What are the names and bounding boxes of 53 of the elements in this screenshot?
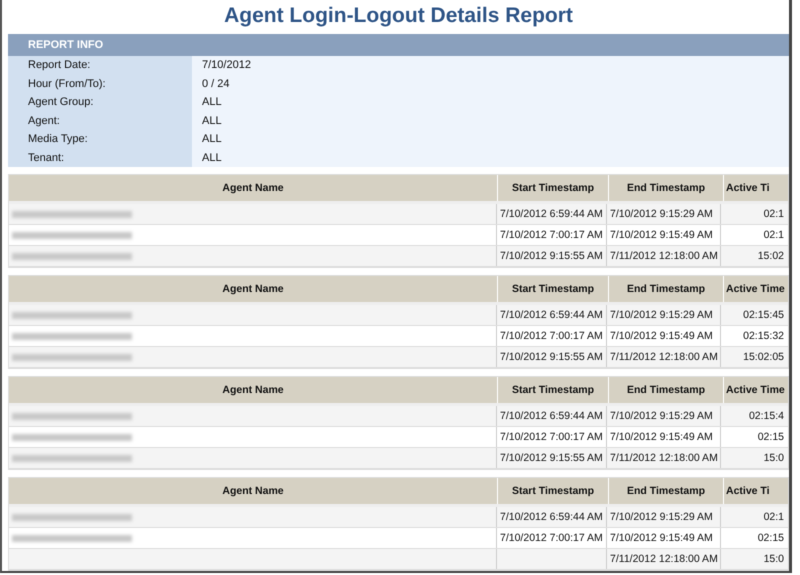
table-cell: 7/10/2012 7:00:17 AM (500, 229, 603, 241)
field-label: Hour (From/To): (8, 74, 192, 93)
table-cell: 7/11/2012 12:18:00 AM (610, 452, 718, 464)
table-cell: 7/11/2012 12:18:00 AM (610, 553, 718, 565)
table-cell: 7/10/2012 9:15:29 AM (610, 208, 713, 220)
field-value: ALL (201, 132, 223, 147)
column-header: Active Time (725, 282, 786, 297)
table-cell: 7/10/2012 9:15:55 AM (500, 250, 603, 262)
table-cell: 7/10/2012 9:15:29 AM (610, 410, 713, 422)
table-cell: 7/10/2012 6:59:44 AM (500, 410, 603, 422)
table-cell: 02:15 (758, 532, 784, 544)
table-cell: 7/10/2012 9:15:55 AM (500, 452, 603, 464)
table-cell: 7/10/2012 6:59:44 AM (500, 208, 603, 220)
table-cell: 02:1 (764, 229, 784, 241)
table-cell: 02:1 (764, 511, 784, 523)
table-cell: 02:15 (758, 431, 784, 443)
table-cell: 7/10/2012 9:15:29 AM (610, 309, 713, 321)
field-label: Report Date: (8, 56, 192, 74)
table-cell: 7/10/2012 9:15:29 AM (610, 511, 713, 523)
table-cell: 15:02:05 (743, 351, 784, 363)
table-cell: 7/10/2012 9:15:55 AM (500, 351, 603, 363)
table-cell: 7/10/2012 7:00:17 AM (500, 330, 603, 342)
table-cell: 7/10/2012 7:00:17 AM (500, 532, 603, 544)
field-value: ALL (201, 150, 223, 166)
table-cell: 15:0 (764, 553, 784, 565)
field-value: ALL (201, 114, 223, 128)
table-cell: 7/10/2012 6:59:44 AM (500, 309, 603, 321)
table-cell: 7/10/2012 7:00:17 AM (500, 431, 603, 443)
field-label: Agent Group: (8, 93, 192, 112)
table-cell: 15:0 (764, 452, 784, 464)
report-info-header: REPORT INFO (8, 34, 789, 56)
report-title: Agent Login-Logout Details Report (223, 3, 574, 29)
table-cell: 7/10/2012 9:15:49 AM (610, 330, 713, 342)
field-value: 7/10/2012 (201, 58, 252, 73)
table-cell: 7/10/2012 9:15:49 AM (610, 229, 713, 241)
table-cell: 02:1 (764, 208, 784, 220)
table-cell: 02:15:4 (748, 410, 784, 422)
table-cell: 7/11/2012 12:18:00 AM (610, 351, 718, 363)
table-cell: 7/10/2012 9:15:49 AM (610, 431, 713, 443)
table-cell: 02:15:45 (743, 309, 784, 321)
table-cell: 7/11/2012 12:18:00 AM (610, 250, 718, 262)
field-label: Tenant: (8, 148, 192, 167)
field-label: Agent: (8, 112, 192, 130)
table-cell: 7/10/2012 6:59:44 AM (500, 511, 603, 523)
table-cell: 02:15:32 (743, 330, 784, 342)
table-cell: 7/10/2012 9:15:49 AM (610, 532, 713, 544)
table-cell: 15:02 (758, 250, 784, 262)
column-header: Active Ti (725, 484, 771, 499)
field-label: Media Type: (8, 130, 192, 148)
column-header: Active Time (725, 383, 786, 398)
field-value: 0 / 24 (201, 76, 231, 92)
column-header: Active Ti (725, 181, 771, 196)
field-value: ALL (201, 95, 223, 110)
